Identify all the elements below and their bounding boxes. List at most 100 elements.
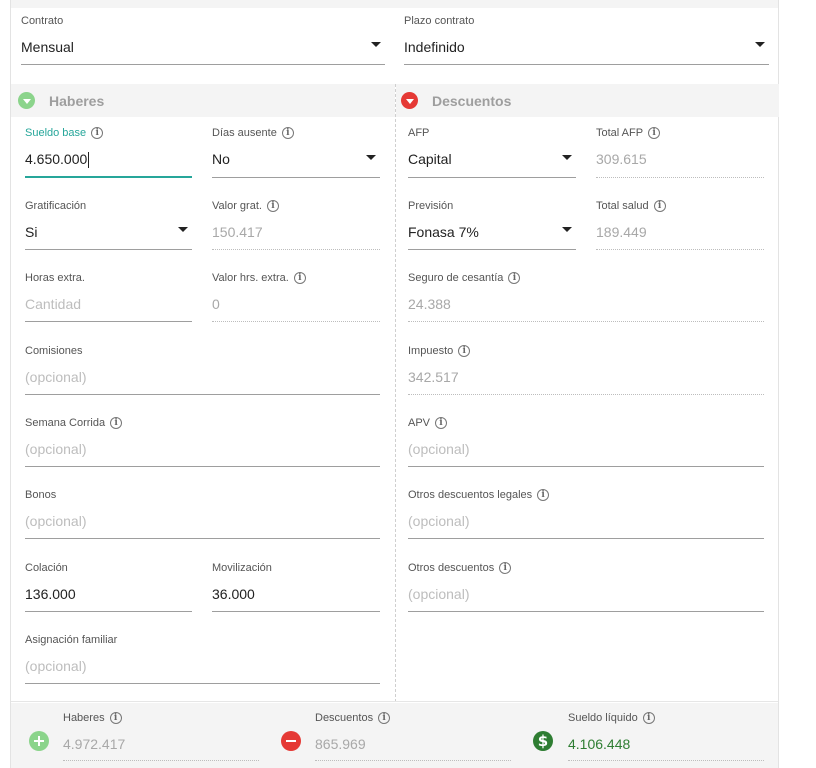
valor-hrs-extra-value: 0 [212, 296, 220, 312]
prevision-value: Fonasa 7% [408, 224, 479, 240]
info-icon[interactable]: i [266, 200, 279, 212]
valor-grat-value: 150.417 [212, 224, 263, 240]
asignacion-familiar-placeholder: (opcional) [25, 658, 87, 674]
semana-corrida-input[interactable]: Semana Corrida i (opcional) [25, 416, 380, 467]
horas-extra-placeholder: Cantidad [25, 296, 82, 312]
total-haberes-label: Haberes [63, 712, 105, 724]
info-icon[interactable]: i [508, 272, 521, 284]
info-icon[interactable]: i [110, 417, 123, 429]
apv-label: APV [408, 417, 431, 429]
dropdown-arrow-icon [178, 227, 188, 232]
dias-ausente-select[interactable]: Días ausente i No [212, 126, 380, 178]
info-icon[interactable]: i [109, 712, 122, 724]
total-salud-field: Total salud i 189.449 [596, 199, 764, 250]
seguro-cesantia-label: Seguro de cesantía [408, 272, 504, 284]
otros-descuentos-input[interactable]: Otros descuentos i (opcional) [408, 561, 764, 612]
total-salud-label: Total salud [596, 200, 649, 212]
info-icon[interactable]: i [648, 127, 661, 139]
total-haberes-value: 4.972.417 [63, 736, 126, 752]
total-afp-value: 309.615 [596, 151, 647, 167]
sueldo-base-value: 4.650.000 [25, 151, 88, 167]
seguro-cesantia-value: 24.388 [408, 296, 451, 312]
total-afp-field: Total AFP i 309.615 [596, 126, 764, 178]
footer-divider [11, 701, 778, 702]
total-descuentos-label: Descuentos [315, 712, 374, 724]
gratificacion-select[interactable]: Gratificación Si [25, 199, 192, 250]
total-haberes-field: Haberes i 4.972.417 [63, 711, 259, 761]
valor-hrs-extra-field: Valor hrs. extra. i 0 [212, 271, 380, 322]
plazo-value: Indefinido [404, 39, 465, 55]
info-icon[interactable]: i [642, 712, 655, 724]
dropdown-arrow-icon [562, 227, 572, 232]
chevron-down-icon[interactable] [401, 92, 418, 109]
info-icon[interactable]: i [653, 200, 666, 212]
bonos-placeholder: (opcional) [25, 513, 87, 529]
info-icon[interactable]: i [281, 127, 294, 139]
totals-footer: Haberes i 4.972.417 Descuentos i 865.969 $… [11, 703, 778, 768]
horas-extra-input[interactable]: Horas extra. Cantidad [25, 271, 192, 322]
haberes-header[interactable]: Haberes [11, 84, 395, 117]
apv-input[interactable]: APV i (opcional) [408, 416, 764, 467]
dias-ausente-value: No [212, 151, 230, 167]
otros-legales-label: Otros descuentos legales [408, 489, 533, 501]
total-descuentos-value: 865.969 [315, 736, 366, 752]
dropdown-arrow-icon [562, 155, 572, 160]
asignacion-familiar-label: Asignación familiar [25, 634, 118, 646]
top-strip [11, 0, 778, 8]
plazo-contrato-select[interactable]: Plazo contrato Indefinido [404, 14, 769, 65]
info-icon[interactable]: i [435, 417, 448, 429]
valor-grat-field: Valor grat. i 150.417 [212, 199, 380, 250]
horas-extra-label: Horas extra. [25, 272, 85, 284]
sueldo-base-input[interactable]: Sueldo base i 4.650.000 [25, 126, 192, 178]
info-icon[interactable]: i [537, 489, 550, 501]
afp-select[interactable]: AFP Capital [408, 126, 576, 178]
valor-grat-label: Valor grat. [212, 200, 262, 212]
sueldo-liquido-label: Sueldo líquido [568, 712, 638, 724]
prevision-label: Previsión [408, 200, 454, 212]
movilizacion-value: 36.000 [212, 586, 255, 602]
contrato-select[interactable]: Contrato Mensual [21, 14, 385, 65]
text-caret [88, 152, 90, 169]
contrato-label: Contrato [21, 15, 64, 27]
impuesto-value: 342.517 [408, 369, 459, 385]
dias-ausente-label: Días ausente [212, 127, 277, 139]
total-descuentos-field: Descuentos i 865.969 [315, 711, 511, 761]
colacion-input[interactable]: Colación 136.000 [25, 561, 192, 612]
info-icon[interactable]: i [293, 272, 306, 284]
haberes-title: Haberes [49, 92, 105, 109]
plus-circle-icon [29, 731, 49, 751]
chevron-down-icon[interactable] [18, 92, 35, 109]
descuentos-title: Descuentos [432, 92, 512, 109]
info-icon[interactable]: i [458, 345, 471, 357]
colacion-value: 136.000 [25, 586, 76, 602]
descuentos-header[interactable]: Descuentos [396, 84, 779, 117]
gratificacion-value: Si [25, 224, 38, 240]
movilizacion-input[interactable]: Movilización 36.000 [212, 561, 380, 612]
info-icon[interactable]: i [91, 127, 104, 139]
gratificacion-label: Gratificación [25, 200, 87, 212]
total-salud-value: 189.449 [596, 224, 647, 240]
info-icon[interactable]: i [499, 562, 512, 574]
prevision-select[interactable]: Previsión Fonasa 7% [408, 199, 576, 250]
sueldo-liquido-field: Sueldo líquido i 4.106.448 [568, 711, 764, 761]
apv-placeholder: (opcional) [408, 441, 470, 457]
impuesto-label: Impuesto [408, 345, 454, 357]
movilizacion-label: Movilización [212, 562, 272, 574]
otros-descuentos-legales-input[interactable]: Otros descuentos legales i (opcional) [408, 488, 764, 539]
bonos-input[interactable]: Bonos (opcional) [25, 488, 380, 539]
total-afp-label: Total AFP [596, 127, 644, 139]
sueldo-base-label: Sueldo base [25, 127, 87, 139]
impuesto-field: Impuesto i 342.517 [408, 344, 764, 395]
seguro-cesantia-field: Seguro de cesantía i 24.388 [408, 271, 764, 322]
plazo-label: Plazo contrato [404, 15, 475, 27]
info-icon[interactable]: i [378, 712, 391, 724]
bonos-label: Bonos [25, 489, 57, 501]
comisiones-input[interactable]: Comisiones (opcional) [25, 344, 380, 395]
salary-calculator-card: Contrato Mensual Plazo contrato Indefini… [10, 0, 779, 768]
minus-circle-icon [281, 731, 301, 751]
column-divider [395, 84, 396, 702]
sueldo-liquido-value: 4.106.448 [568, 736, 631, 752]
afp-label: AFP [408, 127, 430, 139]
asignacion-familiar-input[interactable]: Asignación familiar (opcional) [25, 633, 380, 684]
contrato-value: Mensual [21, 39, 74, 55]
